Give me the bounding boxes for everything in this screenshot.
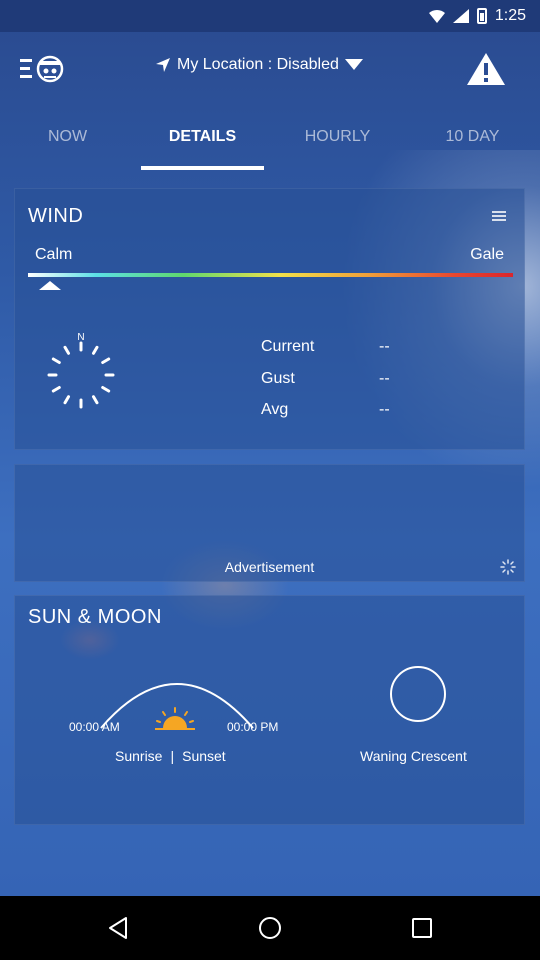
compass-north-label: N xyxy=(77,332,84,343)
location-selector[interactable]: My Location : Disabled xyxy=(155,56,363,74)
stat-label: Gust xyxy=(261,370,295,387)
advertisement-label: Advertisement xyxy=(224,559,315,575)
location-label: My Location : Disabled xyxy=(177,56,339,73)
wind-title: WIND xyxy=(28,205,84,227)
tab-details[interactable]: DETAILS xyxy=(135,104,270,170)
sun-moon-title: SUN & MOON xyxy=(28,606,162,628)
sun-moon-card: SUN & MOON 00:00 AM 00:00 PM Sunrise | S… xyxy=(14,595,525,825)
scale-max-label: Gale xyxy=(470,246,504,263)
tab-hourly[interactable]: HOURLY xyxy=(270,104,405,170)
moon-phase-icon xyxy=(390,666,446,722)
navigation-arrow-icon xyxy=(156,58,170,72)
sunrise-sunset-labels: Sunrise | Sunset xyxy=(115,748,226,764)
compass-tick xyxy=(92,395,99,405)
stat-label: Avg xyxy=(261,401,289,418)
recent-apps-icon[interactable] xyxy=(410,916,434,940)
sun-icon xyxy=(155,707,195,730)
menu-logo-icon[interactable] xyxy=(20,54,68,84)
card-menu-icon[interactable] xyxy=(492,211,506,221)
compass-tick xyxy=(101,357,111,364)
sunrise-label: Sunrise xyxy=(115,748,163,764)
tab-bar: NOW DETAILS HOURLY 10 DAY xyxy=(0,104,540,170)
moon-phase-label: Waning Crescent xyxy=(360,748,467,764)
stat-value: -- xyxy=(379,370,390,387)
wind-scale-pointer xyxy=(39,281,61,290)
home-icon[interactable] xyxy=(258,916,282,940)
wifi-icon xyxy=(428,9,445,23)
tab-10-day[interactable]: 10 DAY xyxy=(405,104,540,170)
compass-tick xyxy=(51,386,61,393)
sunrise-time: 00:00 AM xyxy=(69,720,120,734)
chevron-down-icon xyxy=(344,59,363,70)
tab-now[interactable]: NOW xyxy=(0,104,135,170)
stat-gust: Gust -- xyxy=(261,370,390,388)
stat-value: -- xyxy=(379,401,390,418)
sunset-time: 00:00 PM xyxy=(227,720,279,734)
system-nav-bar xyxy=(0,896,540,960)
sunset-label: Sunset xyxy=(182,748,226,764)
compass-tick xyxy=(63,395,70,405)
status-time: 1:25 xyxy=(494,7,526,24)
stat-current: Current -- xyxy=(261,338,390,356)
stat-label: Current xyxy=(261,338,315,355)
app-screen: 1:25 My Location : Disabled NOW DETAILS xyxy=(0,0,540,896)
app-header: My Location : Disabled xyxy=(0,32,540,104)
compass-tick xyxy=(92,345,99,355)
back-icon[interactable] xyxy=(106,916,130,940)
stat-value: -- xyxy=(379,338,390,355)
wind-card: WIND Calm Gale N Current -- Gust -- Avg … xyxy=(14,188,525,450)
stat-avg: Avg -- xyxy=(261,401,390,419)
warning-icon[interactable] xyxy=(466,52,506,86)
compass-tick xyxy=(63,345,70,355)
status-bar: 1:25 xyxy=(0,0,540,32)
wind-scale-bar xyxy=(28,273,513,277)
battery-icon xyxy=(476,8,487,24)
separator: | xyxy=(170,748,175,764)
advertisement-card[interactable]: Advertisement xyxy=(14,464,525,582)
compass-tick xyxy=(51,357,61,364)
compass-tick xyxy=(101,386,111,393)
loading-spinner-icon xyxy=(500,559,516,575)
wind-compass-icon: N xyxy=(47,332,115,409)
signal-icon xyxy=(452,9,469,23)
scale-min-label: Calm xyxy=(35,246,73,263)
